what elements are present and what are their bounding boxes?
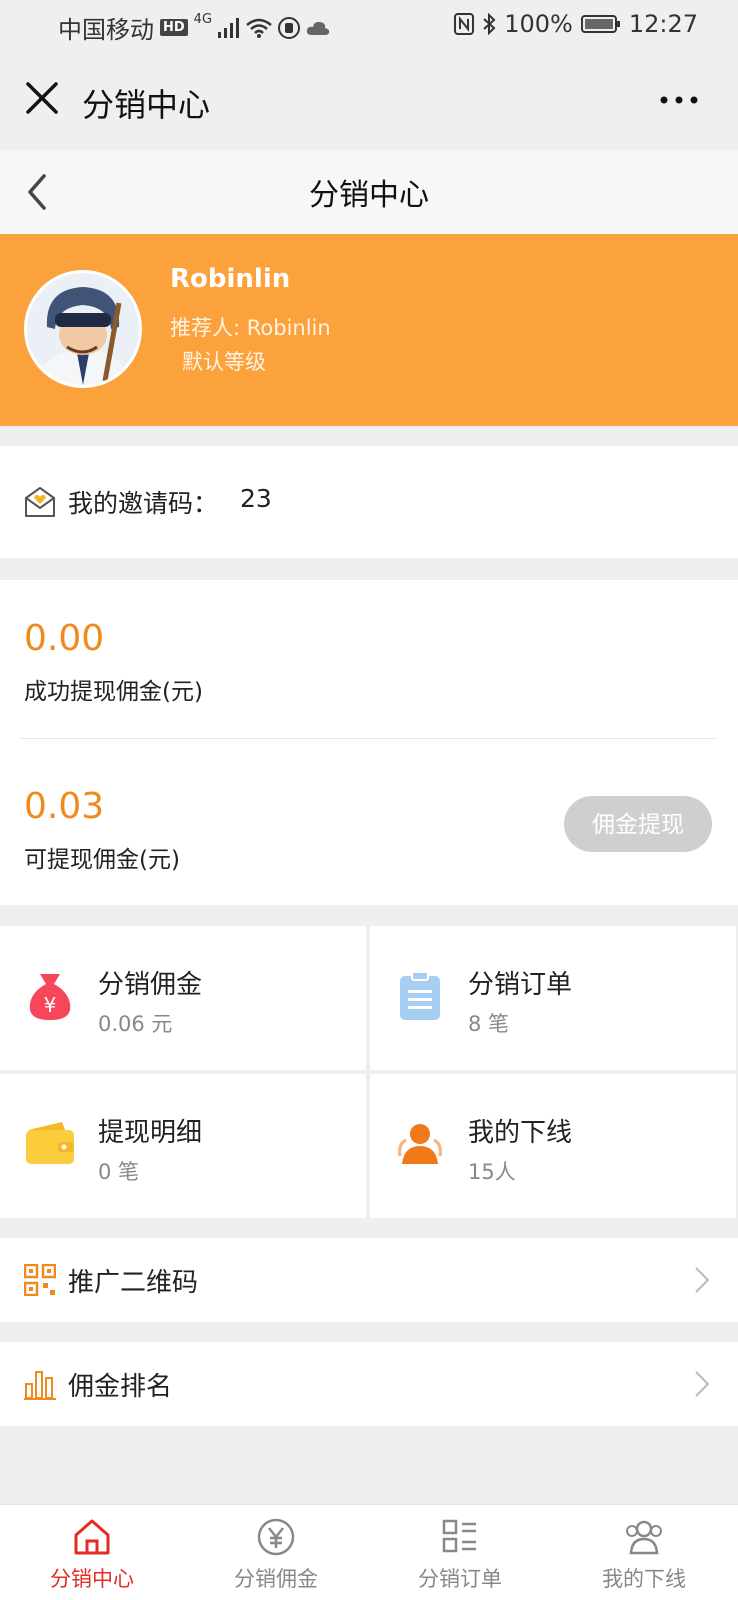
clipboard-icon	[394, 970, 446, 1022]
cloud-icon	[306, 20, 330, 36]
tab-label: 我的下线	[602, 1567, 686, 1591]
wechat-title-bar: 分销中心	[0, 50, 738, 150]
grid-item-sub: 0.06 元	[98, 1012, 173, 1036]
status-right: 100% 12:27	[454, 10, 698, 38]
wifi-icon	[246, 18, 272, 38]
grid-item-title: 我的下线	[468, 1118, 573, 1148]
tab-orders[interactable]: 分销订单	[368, 1505, 552, 1600]
bar-chart-icon	[24, 1368, 56, 1400]
close-icon[interactable]	[22, 78, 62, 118]
ranking-label: 佣金排名	[68, 1372, 173, 1402]
ranking-row[interactable]: 佣金排名	[0, 1342, 738, 1426]
chevron-right-icon	[694, 1266, 710, 1294]
more-options-icon[interactable]	[654, 90, 704, 110]
yen-circle-icon	[256, 1517, 296, 1557]
home-icon	[72, 1517, 112, 1557]
people-icon	[624, 1517, 664, 1557]
qrcode-icon	[23, 1263, 57, 1297]
grid-item-sub: 15人	[468, 1160, 516, 1184]
profile-banner: Robinlin 推荐人: Robinlin 默认等级	[0, 234, 738, 426]
grid-item-downline[interactable]: 我的下线 15人	[370, 1074, 736, 1218]
page-title: 分销中心	[309, 178, 429, 213]
grid-item-title: 分销佣金	[98, 970, 203, 1000]
qrcode-row[interactable]: 推广二维码	[0, 1238, 738, 1322]
tab-label: 分销订单	[418, 1567, 502, 1591]
grid-item-commission[interactable]: ¥ 分销佣金 0.06 元	[0, 926, 366, 1070]
invite-code-card: 我的邀请码： 23	[0, 446, 738, 558]
tab-label: 分销佣金	[234, 1567, 318, 1591]
wallet-icon	[24, 1118, 76, 1170]
grid-item-title: 提现明细	[98, 1118, 203, 1148]
stats-grid: ¥ 分销佣金 0.06 元 分销订单 8 笔 提现明细 0 笔 我的下线 15人	[0, 926, 738, 1218]
withdrawn-label: 成功提现佣金(元)	[24, 679, 203, 705]
wechat-title: 分销中心	[82, 86, 211, 124]
invite-code-label: 我的邀请码：	[68, 489, 219, 518]
bottom-tab-bar: 分销中心 分销佣金 分销订单 我的下线	[0, 1504, 738, 1600]
withdrawn-amount: 0.00	[24, 618, 105, 659]
avatar[interactable]	[24, 270, 142, 388]
referrer-text: 推荐人: Robinlin	[170, 316, 331, 340]
grid-item-sub: 0 笔	[98, 1160, 140, 1184]
svg-text:¥: ¥	[44, 993, 57, 1017]
battery-icon	[580, 14, 621, 34]
tab-downline[interactable]: 我的下线	[552, 1505, 736, 1600]
available-amount: 0.03	[24, 786, 105, 827]
people-icon	[394, 1118, 446, 1170]
grid-item-sub: 8 笔	[468, 1012, 510, 1036]
list-icon	[440, 1517, 480, 1557]
level-text: 默认等级	[182, 350, 266, 374]
envelope-heart-icon	[24, 486, 56, 518]
chevron-right-icon	[694, 1370, 710, 1398]
grid-item-withdraw-detail[interactable]: 提现明细 0 笔	[0, 1074, 366, 1218]
hd-badge: HD	[160, 19, 188, 36]
tab-label: 分销中心	[50, 1567, 134, 1591]
clock-time: 12:27	[628, 10, 698, 38]
status-bar: 中国移动 HD 4G 100% 12:27	[0, 0, 738, 50]
profile-name: Robinlin	[170, 264, 291, 294]
page-header: 分销中心	[0, 150, 738, 234]
hand-stop-icon	[278, 16, 301, 39]
invite-code-value: 23	[240, 484, 272, 513]
available-label: 可提现佣金(元)	[24, 847, 180, 873]
signal-icon	[218, 17, 240, 38]
status-left: 中国移动 HD 4G	[58, 10, 330, 45]
commission-card: 0.00 成功提现佣金(元) 0.03 可提现佣金(元) 佣金提现	[0, 580, 738, 905]
tab-commission[interactable]: 分销佣金	[184, 1505, 368, 1600]
grid-item-title: 分销订单	[468, 970, 573, 1000]
divider	[20, 738, 718, 739]
grid-item-orders[interactable]: 分销订单 8 笔	[370, 926, 736, 1070]
network-type: 4G	[193, 12, 213, 27]
battery-percent: 100%	[504, 10, 573, 38]
qrcode-label: 推广二维码	[68, 1268, 199, 1298]
withdraw-button[interactable]: 佣金提现	[564, 796, 712, 852]
bluetooth-icon	[482, 13, 496, 35]
nfc-icon	[454, 13, 475, 35]
tab-distribution-center[interactable]: 分销中心	[0, 1505, 184, 1600]
carrier-name: 中国移动	[58, 16, 154, 44]
money-bag-icon: ¥	[24, 970, 76, 1022]
